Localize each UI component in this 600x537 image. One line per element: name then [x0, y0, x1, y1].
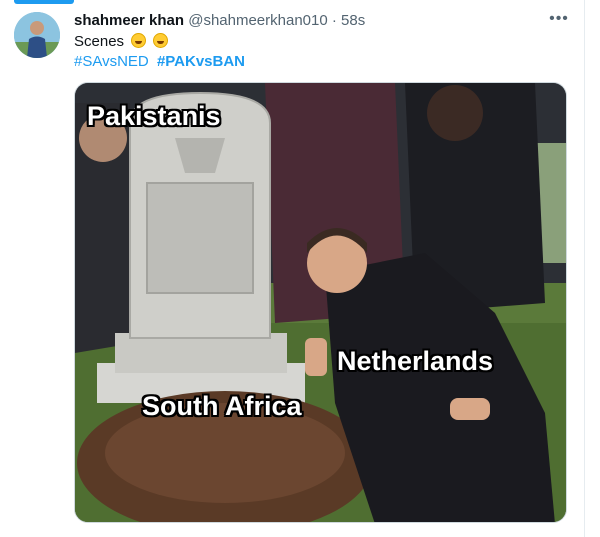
meme-label-man: Netherlands: [337, 346, 494, 376]
tweet-text: Scenes: [74, 33, 169, 50]
tweet-card[interactable]: shahmeer khan @shahmeerkhan010 · 58s •••…: [0, 0, 585, 537]
tweet-time[interactable]: 58s: [341, 12, 365, 29]
meme-image[interactable]: Pakistanis Netherlands South Africa: [74, 82, 567, 523]
hashtags: #SAvsNED #PAKvsBAN: [74, 53, 249, 70]
hashtag-link[interactable]: #SAvsNED: [74, 53, 149, 70]
meme-label-grave: South Africa: [142, 391, 302, 421]
top-accent-bar: [14, 0, 74, 4]
hashtag-link[interactable]: #PAKvsBAN: [157, 53, 245, 70]
face-with-tears-of-joy-icon: [131, 33, 147, 48]
avatar[interactable]: [14, 12, 60, 58]
meme-label-tombstone: Pakistanis: [87, 101, 221, 131]
tweet-header: shahmeer khan @shahmeerkhan010 · 58s: [74, 12, 365, 29]
separator-dot: ·: [331, 12, 337, 29]
more-horizontal-icon[interactable]: •••: [548, 10, 570, 27]
face-with-tears-of-joy-icon: [153, 33, 169, 48]
author-name[interactable]: shahmeer khan: [74, 12, 184, 29]
author-handle[interactable]: @shahmeerkhan010: [188, 12, 327, 29]
tweet-text-body: Scenes: [74, 33, 125, 50]
meme-illustration: [75, 83, 566, 522]
